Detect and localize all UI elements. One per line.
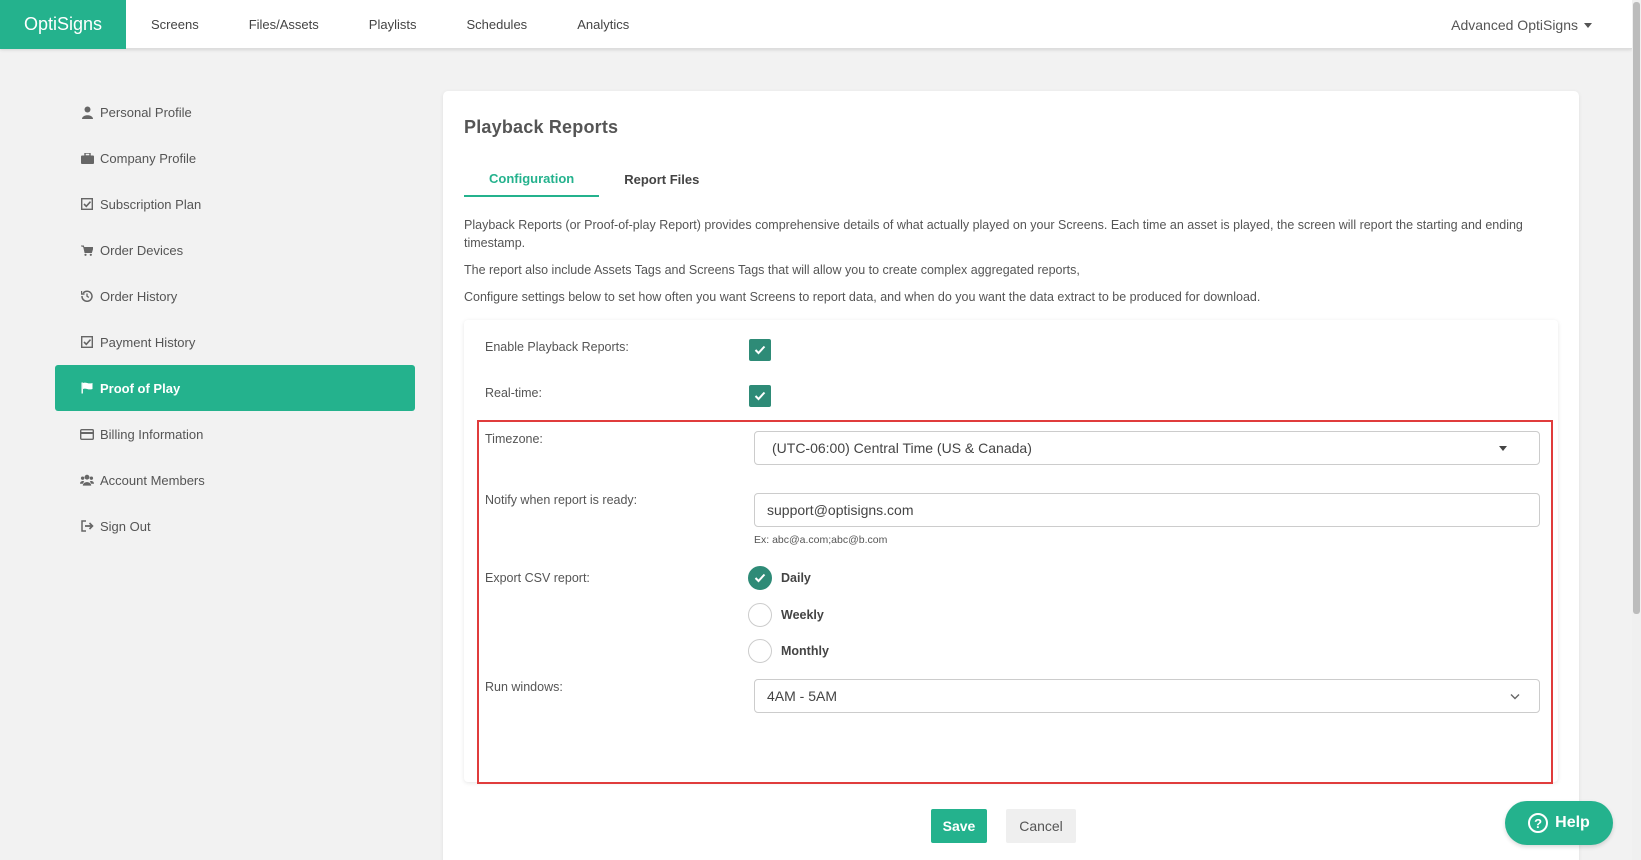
sidebar-item-account-members[interactable]: Account Members xyxy=(55,457,415,503)
help-label: Help xyxy=(1555,814,1590,831)
settings-form: Enable Playback Reports: Real-time: Time… xyxy=(464,320,1558,784)
cancel-button[interactable]: Cancel xyxy=(1006,809,1076,843)
scrollbar-thumb[interactable] xyxy=(1633,2,1640,614)
notify-label: Notify when report is ready: xyxy=(485,493,638,507)
checkbox-icon xyxy=(80,335,94,349)
help-button[interactable]: ? Help xyxy=(1505,801,1613,845)
sidebar-item-subscription-plan[interactable]: Subscription Plan xyxy=(55,181,415,227)
sidebar-item-label: Company Profile xyxy=(100,150,197,166)
sidebar-item-proof-of-play[interactable]: Proof of Play xyxy=(55,365,415,411)
account-name: Advanced OptiSigns xyxy=(1451,16,1578,33)
radio-label: Monthly xyxy=(781,644,829,658)
realtime-label: Real-time: xyxy=(485,386,542,400)
highlight-box xyxy=(477,420,1553,784)
settings-sidebar: Personal Profile Company Profile Subscri… xyxy=(55,89,415,549)
save-button[interactable]: Save xyxy=(931,809,987,843)
user-icon xyxy=(80,105,94,119)
page-title: Playback Reports xyxy=(464,117,619,137)
sidebar-item-label: Order History xyxy=(100,288,178,304)
check-icon xyxy=(754,345,766,355)
realtime-checkbox[interactable] xyxy=(749,385,771,407)
description-paragraph: Playback Reports (or Proof-of-play Repor… xyxy=(464,218,1523,250)
radio-label: Daily xyxy=(781,571,811,585)
sidebar-item-billing-information[interactable]: Billing Information xyxy=(55,411,415,457)
nav-playlists[interactable]: Playlists xyxy=(344,0,442,49)
tab-bar: Configuration Report Files xyxy=(464,161,724,197)
radio-label: Weekly xyxy=(781,608,824,622)
sidebar-item-label: Subscription Plan xyxy=(100,196,202,212)
tab-configuration[interactable]: Configuration xyxy=(464,161,600,197)
sidebar-item-sign-out[interactable]: Sign Out xyxy=(55,503,415,549)
radio-checked-icon xyxy=(748,566,772,590)
run-windows-value: 4AM - 5AM xyxy=(767,688,838,704)
timezone-label: Timezone: xyxy=(485,432,543,446)
run-windows-select[interactable]: 4AM - 5AM xyxy=(754,679,1540,713)
chevron-down-icon xyxy=(1510,694,1520,700)
sidebar-item-label: Personal Profile xyxy=(100,104,192,120)
timezone-value: (UTC-06:00) Central Time (US & Canada) xyxy=(772,440,1032,456)
sidebar-item-personal-profile[interactable]: Personal Profile xyxy=(55,89,415,135)
sidebar-item-label: Account Members xyxy=(100,472,205,488)
caret-down-icon xyxy=(1584,23,1592,28)
notify-hint: Ex: abc@a.com;abc@b.com xyxy=(754,534,888,546)
radio-unchecked-icon xyxy=(748,639,772,663)
flag-icon xyxy=(80,381,94,395)
account-menu[interactable]: Advanced OptiSigns xyxy=(1451,0,1592,49)
sidebar-item-label: Payment History xyxy=(100,334,196,350)
description: Playback Reports (or Proof-of-play Repor… xyxy=(464,216,1564,315)
sidebar-item-payment-history[interactable]: Payment History xyxy=(55,319,415,365)
enable-reports-checkbox[interactable] xyxy=(749,339,771,361)
users-icon xyxy=(80,473,94,487)
nav-analytics[interactable]: Analytics xyxy=(552,0,654,49)
export-option-daily[interactable]: Daily xyxy=(748,566,811,590)
sidebar-item-company-profile[interactable]: Company Profile xyxy=(55,135,415,181)
radio-unchecked-icon xyxy=(748,603,772,627)
notify-email-input[interactable] xyxy=(754,493,1540,527)
sidebar-item-order-history[interactable]: Order History xyxy=(55,273,415,319)
history-icon xyxy=(80,289,94,303)
tab-report-files[interactable]: Report Files xyxy=(599,161,724,197)
run-windows-label: Run windows: xyxy=(485,680,563,694)
export-csv-label: Export CSV report: xyxy=(485,571,590,585)
sidebar-item-label: Billing Information xyxy=(100,426,204,442)
sign-out-icon xyxy=(80,519,94,533)
sidebar-item-label: Proof of Play xyxy=(100,380,181,396)
page-scrollbar[interactable] xyxy=(1632,0,1641,860)
description-paragraph: Configure settings below to set how ofte… xyxy=(464,290,1261,304)
nav-files-assets[interactable]: Files/Assets xyxy=(224,0,344,49)
checkbox-icon xyxy=(80,197,94,211)
credit-card-icon xyxy=(80,427,94,441)
top-navbar: OptiSigns Screens Files/Assets Playlists… xyxy=(0,0,1632,49)
nav-schedules[interactable]: Schedules xyxy=(441,0,552,49)
nav-links: Screens Files/Assets Playlists Schedules… xyxy=(126,0,654,49)
sidebar-item-order-devices[interactable]: Order Devices xyxy=(55,227,415,273)
sidebar-item-label: Sign Out xyxy=(100,518,151,534)
caret-down-icon xyxy=(1499,446,1507,451)
briefcase-icon xyxy=(80,151,94,165)
brand-logo[interactable]: OptiSigns xyxy=(0,0,126,49)
enable-reports-label: Enable Playback Reports: xyxy=(485,340,629,354)
description-paragraph: The report also include Assets Tags and … xyxy=(464,263,1080,277)
playback-reports-card: Playback Reports Configuration Report Fi… xyxy=(443,91,1579,860)
export-option-weekly[interactable]: Weekly xyxy=(748,603,824,627)
export-option-monthly[interactable]: Monthly xyxy=(748,639,829,663)
cart-icon xyxy=(80,243,94,257)
question-icon: ? xyxy=(1528,813,1549,833)
timezone-select[interactable]: (UTC-06:00) Central Time (US & Canada) xyxy=(754,431,1540,465)
check-icon xyxy=(754,391,766,401)
nav-screens[interactable]: Screens xyxy=(126,0,224,49)
sidebar-item-label: Order Devices xyxy=(100,242,184,258)
